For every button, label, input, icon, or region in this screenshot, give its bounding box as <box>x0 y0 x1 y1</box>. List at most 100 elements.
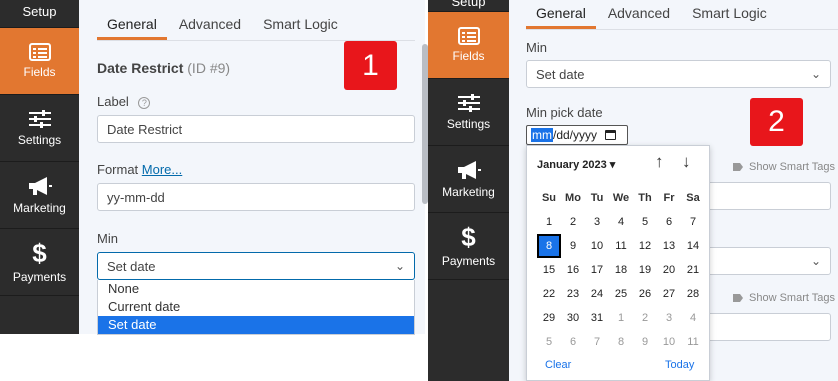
calendar-day[interactable]: 4 <box>681 306 705 330</box>
calendar-day[interactable]: 1 <box>609 306 633 330</box>
left-tabs: General Advanced Smart Logic <box>97 16 338 40</box>
arrow-up-icon[interactable]: ↑ <box>655 152 664 172</box>
right-hidden-input-3[interactable] <box>699 313 831 341</box>
smart-tags-label-1: Show Smart Tags <box>749 161 836 173</box>
calendar-clear-button[interactable]: Clear <box>545 359 571 371</box>
help-icon[interactable]: ? <box>138 96 151 109</box>
calendar-day[interactable]: 27 <box>657 282 681 306</box>
right-min-field-label: Min <box>526 40 547 55</box>
calendar-day[interactable]: 13 <box>657 234 681 258</box>
right-sidebar-item-payments[interactable]: $ Payments <box>428 213 509 280</box>
calendar-day[interactable]: 9 <box>633 330 657 354</box>
calendar-month-label[interactable]: January 2023 ▾ <box>537 158 615 171</box>
calendar-day[interactable]: 11 <box>609 234 633 258</box>
left-sidebar-setup[interactable]: Setup <box>0 0 79 28</box>
left-tab-advanced[interactable]: Advanced <box>179 16 241 40</box>
left-tab-smart-logic[interactable]: Smart Logic <box>263 16 338 40</box>
left-sidebar-item-settings[interactable]: Settings <box>0 95 79 162</box>
calendar-day[interactable]: 23 <box>561 282 585 306</box>
calendar-day[interactable]: 16 <box>561 258 585 282</box>
calendar-day[interactable]: 4 <box>609 210 633 234</box>
left-tab-general[interactable]: General <box>97 16 167 40</box>
right-tab-smart-logic[interactable]: Smart Logic <box>692 5 767 29</box>
calendar-day[interactable]: 10 <box>657 330 681 354</box>
calendar-day[interactable]: 14 <box>681 234 705 258</box>
right-min-select-value: Set date <box>536 66 585 82</box>
calendar-day[interactable]: 3 <box>585 210 609 234</box>
dropdown-option-set-date[interactable]: Set date <box>98 316 414 334</box>
label-input[interactable]: Date Restrict <box>97 115 415 143</box>
calendar-day[interactable]: 31 <box>585 306 609 330</box>
tag-icon <box>733 294 743 302</box>
left-sidebar-item-marketing[interactable]: Marketing <box>0 162 79 229</box>
step-badge-1: 1 <box>344 41 397 90</box>
calendar-day[interactable]: 7 <box>585 330 609 354</box>
calendar-day[interactable]: 9 <box>561 234 585 258</box>
calendar-day[interactable]: 29 <box>537 306 561 330</box>
right-sidebar-item-fields[interactable]: Fields <box>428 12 509 79</box>
calendar-day[interactable]: 28 <box>681 282 705 306</box>
dropdown-option-current-date[interactable]: Current date <box>98 298 414 316</box>
calendar-day[interactable]: 3 <box>657 306 681 330</box>
arrow-down-icon[interactable]: ↓ <box>682 152 691 172</box>
calendar-day[interactable]: 22 <box>537 282 561 306</box>
right-sidebar-label-payments: Payments <box>441 254 496 268</box>
left-sidebar-label-marketing: Marketing <box>13 201 66 215</box>
format-title: Format <box>97 162 139 177</box>
right-setup-label: Setup <box>451 0 486 9</box>
step-badge-2: 2 <box>750 98 803 146</box>
calendar-icon[interactable] <box>605 130 617 140</box>
calendar-day[interactable]: 26 <box>633 282 657 306</box>
smart-tags-toggle-2[interactable]: Show Smart Tags <box>733 292 835 304</box>
right-sidebar-item-settings[interactable]: Settings <box>428 79 509 146</box>
right-tab-advanced[interactable]: Advanced <box>608 5 670 29</box>
left-sidebar-label-fields: Fields <box>23 65 56 79</box>
calendar-day[interactable]: 6 <box>561 330 585 354</box>
calendar-day[interactable]: 12 <box>633 234 657 258</box>
format-input[interactable]: yy-mm-dd <box>97 183 415 211</box>
calendar-day[interactable]: 8 <box>537 234 561 258</box>
weekday-header: Mo <box>565 192 581 204</box>
calendar-day[interactable]: 25 <box>609 282 633 306</box>
field-name: Date Restrict <box>97 60 184 76</box>
calendar-day[interactable]: 11 <box>681 330 705 354</box>
dropdown-option-none[interactable]: None <box>98 280 414 298</box>
dollar-icon: $ <box>461 222 476 252</box>
weekday-header: Fr <box>663 192 675 204</box>
tag-icon <box>733 163 743 171</box>
calendar-day[interactable]: 8 <box>609 330 633 354</box>
right-sidebar-setup[interactable]: Setup <box>428 0 509 12</box>
calendar-today-button[interactable]: Today <box>665 359 694 371</box>
left-sidebar-item-fields[interactable]: Fields <box>0 28 79 95</box>
calendar-day[interactable]: 5 <box>537 330 561 354</box>
right-sidebar-label-fields: Fields <box>452 49 485 63</box>
calendar-day[interactable]: 17 <box>585 258 609 282</box>
calendar-day[interactable]: 10 <box>585 234 609 258</box>
calendar-day[interactable]: 24 <box>585 282 609 306</box>
format-more-link[interactable]: More... <box>142 162 182 177</box>
right-sidebar-item-marketing[interactable]: Marketing <box>428 146 509 213</box>
min-pick-date-input[interactable]: mm /dd/yyyy <box>526 125 628 145</box>
left-sidebar-item-payments[interactable]: $ Payments <box>0 229 79 296</box>
fields-icon <box>457 27 480 45</box>
right-sidebar-label-settings: Settings <box>446 117 491 131</box>
calendar-day[interactable]: 19 <box>633 258 657 282</box>
calendar-day[interactable]: 30 <box>561 306 585 330</box>
calendar-day[interactable]: 20 <box>657 258 681 282</box>
calendar-day[interactable]: 18 <box>609 258 633 282</box>
calendar-day[interactable]: 7 <box>681 210 705 234</box>
calendar-day[interactable]: 5 <box>633 210 657 234</box>
calendar-day[interactable]: 2 <box>633 306 657 330</box>
calendar-day[interactable]: 21 <box>681 258 705 282</box>
right-hidden-select-2[interactable]: ⌄ <box>699 247 831 275</box>
min-select[interactable]: Set date ⌄ <box>97 252 415 280</box>
right-tab-general[interactable]: General <box>526 5 596 29</box>
format-input-value: yy-mm-dd <box>107 189 165 205</box>
right-hidden-input-1[interactable] <box>699 182 831 210</box>
smart-tags-toggle-1[interactable]: Show Smart Tags <box>733 161 835 173</box>
calendar-day[interactable]: 15 <box>537 258 561 282</box>
calendar-day[interactable]: 2 <box>561 210 585 234</box>
right-min-select[interactable]: Set date ⌄ <box>526 60 831 88</box>
calendar-day[interactable]: 6 <box>657 210 681 234</box>
calendar-day[interactable]: 1 <box>537 210 561 234</box>
